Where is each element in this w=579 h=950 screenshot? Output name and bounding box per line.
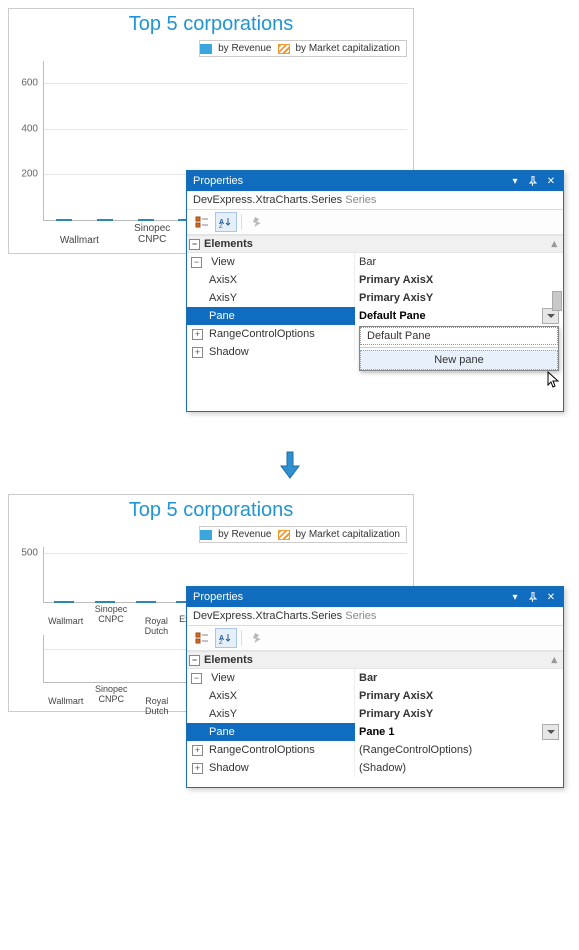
- legend-swatch-revenue: [200, 44, 212, 54]
- dd-item-default-pane[interactable]: Default Pane: [360, 327, 558, 345]
- legend-label-mcap: by Market capitalization: [296, 529, 401, 540]
- categorized-button[interactable]: [191, 628, 213, 648]
- ytick: 200: [21, 168, 44, 179]
- expand-icon[interactable]: +: [192, 329, 203, 340]
- expand-icon[interactable]: +: [192, 347, 203, 358]
- dd-item-new-pane[interactable]: New pane: [360, 350, 558, 370]
- prop-row-pane[interactable]: Pane Default Pane: [187, 307, 563, 325]
- ytick: 500: [21, 547, 44, 558]
- legend-label-revenue: by Revenue: [218, 43, 271, 54]
- propwin-path[interactable]: DevExpress.XtraCharts.Series Series: [187, 191, 563, 210]
- alphabetical-button[interactable]: AZ: [215, 628, 237, 648]
- ytick: 600: [21, 78, 44, 89]
- pane-dropdown[interactable]: Default Pane New pane: [359, 326, 559, 371]
- collapse-icon[interactable]: −: [191, 673, 202, 684]
- pin-icon[interactable]: [525, 174, 541, 188]
- alphabetical-button[interactable]: AZ: [215, 212, 237, 232]
- class-name: DevExpress.XtraCharts.Series: [193, 610, 342, 622]
- prop-row-rco[interactable]: +RangeControlOptions (RangeControlOption…: [187, 741, 563, 759]
- chevron-up-icon: ▴: [551, 235, 557, 253]
- object-name: Series: [345, 610, 376, 622]
- scrollbar-thumb[interactable]: [552, 291, 562, 311]
- propwin-toolbar: AZ: [187, 210, 563, 235]
- prop-row-axisy[interactable]: AxisY Primary AxisY: [187, 705, 563, 723]
- prop-row-shadow[interactable]: +Shadow (Shadow): [187, 759, 563, 777]
- object-name: Series: [345, 194, 376, 206]
- propwin-titlebar[interactable]: Properties ▾ ✕: [187, 587, 563, 607]
- propwin-body: − Elements ▴ − View Bar AxisX Primary Ax…: [187, 651, 563, 787]
- close-icon[interactable]: ✕: [543, 174, 559, 188]
- propwin-title-text: Properties: [193, 175, 243, 187]
- collapse-icon[interactable]: −: [189, 655, 200, 666]
- propwin-toolbar: AZ: [187, 626, 563, 651]
- collapse-icon[interactable]: −: [191, 257, 202, 268]
- pin-icon[interactable]: [525, 590, 541, 604]
- chart-title: Top 5 corporations: [9, 9, 413, 38]
- legend-label-revenue: by Revenue: [218, 529, 271, 540]
- category-elements[interactable]: − Elements ▴: [187, 235, 563, 253]
- events-button[interactable]: [246, 628, 268, 648]
- prop-row-axisx[interactable]: AxisX Primary AxisX: [187, 271, 563, 289]
- propwin-title-text: Properties: [193, 591, 243, 603]
- properties-window-bottom: Properties ▾ ✕ DevExpress.XtraCharts.Ser…: [186, 586, 564, 788]
- chart-legend: by Revenue by Market capitalization: [199, 40, 407, 57]
- prop-row-view[interactable]: − View Bar: [187, 253, 563, 271]
- prop-row-pane[interactable]: Pane Pane 1: [187, 723, 563, 741]
- dropdown-button[interactable]: [542, 724, 559, 740]
- expand-icon[interactable]: +: [192, 763, 203, 774]
- separator: [360, 347, 558, 348]
- events-button[interactable]: [246, 212, 268, 232]
- legend-swatch-mcap: [278, 530, 290, 540]
- properties-window-top: Properties ▾ ✕ DevExpress.XtraCharts.Ser…: [186, 170, 564, 412]
- expand-icon[interactable]: +: [192, 745, 203, 756]
- prop-row-view[interactable]: − View Bar: [187, 669, 563, 687]
- ytick: 400: [21, 124, 44, 135]
- chevron-up-icon: ▴: [551, 651, 557, 669]
- chart-legend: by Revenue by Market capitalization: [199, 526, 407, 543]
- categorized-button[interactable]: [191, 212, 213, 232]
- svg-text:Z: Z: [219, 224, 223, 228]
- legend-swatch-mcap: [278, 44, 290, 54]
- prop-row-axisy[interactable]: AxisY Primary AxisY: [187, 289, 563, 307]
- propwin-body: − Elements ▴ − View Bar AxisX Primary Ax…: [187, 235, 563, 411]
- dropdown-icon[interactable]: ▾: [507, 174, 523, 188]
- propwin-titlebar[interactable]: Properties ▾ ✕: [187, 171, 563, 191]
- category-elements[interactable]: − Elements ▴: [187, 651, 563, 669]
- svg-text:Z: Z: [219, 640, 223, 644]
- legend-swatch-revenue: [200, 530, 212, 540]
- dropdown-icon[interactable]: ▾: [507, 590, 523, 604]
- class-name: DevExpress.XtraCharts.Series: [193, 194, 342, 206]
- legend-label-mcap: by Market capitalization: [296, 43, 401, 54]
- arrow-down-icon: [278, 450, 302, 480]
- chart-title: Top 5 corporations: [9, 495, 413, 524]
- propwin-path[interactable]: DevExpress.XtraCharts.Series Series: [187, 607, 563, 626]
- prop-row-axisx[interactable]: AxisX Primary AxisX: [187, 687, 563, 705]
- close-icon[interactable]: ✕: [543, 590, 559, 604]
- collapse-icon[interactable]: −: [189, 239, 200, 250]
